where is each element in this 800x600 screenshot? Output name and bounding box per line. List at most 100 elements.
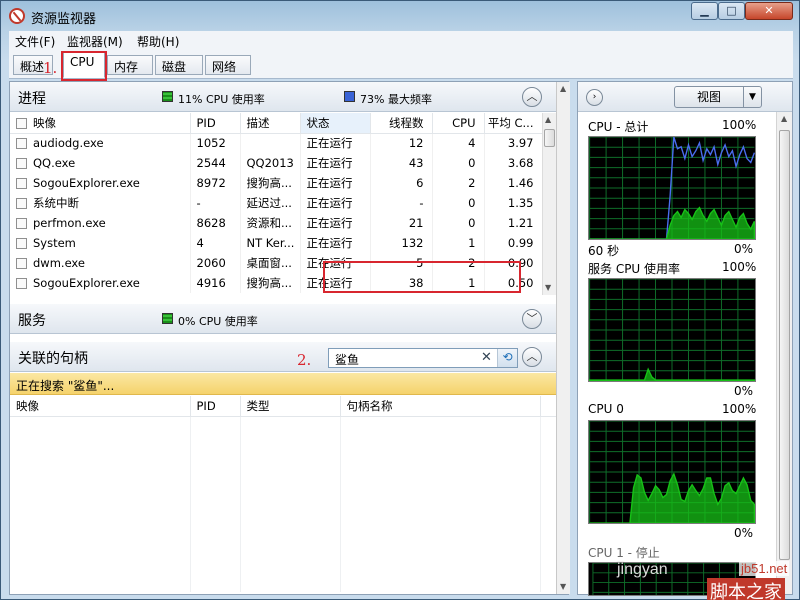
menu-file[interactable]: 文件(F) bbox=[15, 33, 55, 50]
threads-cell: 6 bbox=[370, 173, 433, 193]
tab-disk[interactable]: 磁盘 bbox=[155, 55, 203, 75]
status-cell: 正在运行 bbox=[300, 173, 371, 193]
handle-search-box[interactable]: 鲨鱼 ✕ ⟲ bbox=[328, 348, 518, 368]
expand-panel-icon[interactable]: › bbox=[586, 89, 603, 106]
maximize-button[interactable]: □ bbox=[718, 2, 745, 20]
resource-monitor-window: 资源监视器 ▁ □ ✕ 文件(F) 监视器(M) 帮助(H) 概述 CPU 内存… bbox=[0, 0, 800, 600]
services-title: 服务 bbox=[18, 313, 46, 329]
process-checkbox[interactable] bbox=[16, 218, 27, 229]
watermark-jy: jingyan bbox=[617, 561, 668, 578]
threads-cell: - bbox=[370, 193, 433, 213]
pid-cell: 1052 bbox=[190, 133, 241, 153]
process-scroll-thumb[interactable] bbox=[544, 129, 555, 147]
avg-cpu-cell: 1.35 bbox=[484, 193, 543, 213]
graph-total-max: 100% bbox=[722, 118, 757, 132]
graph-service-title: 服务 CPU 使用率 bbox=[588, 262, 681, 276]
menu-help[interactable]: 帮助(H) bbox=[137, 33, 179, 50]
process-checkbox[interactable] bbox=[16, 198, 27, 209]
pid-cell: 8972 bbox=[190, 173, 241, 193]
clear-search-icon[interactable]: ✕ bbox=[481, 350, 492, 365]
tab-strip: 概述 CPU 内存 磁盘 网络 bbox=[9, 51, 793, 79]
expand-services-icon[interactable]: ﹀ bbox=[522, 309, 542, 329]
graphs-scrollbar[interactable]: ▲ bbox=[776, 112, 792, 594]
graph-total-title: CPU - 总计 bbox=[588, 120, 649, 134]
scroll-down-icon[interactable]: ▼ bbox=[545, 283, 551, 292]
description-cell: 桌面窗... bbox=[240, 253, 301, 273]
handles-col-type[interactable]: 类型 bbox=[240, 396, 341, 417]
graphs-scroll-up-icon[interactable]: ▲ bbox=[781, 114, 787, 123]
cpu-cell: 4 bbox=[432, 133, 485, 153]
process-row[interactable]: 系统中断 - 延迟过... 正在运行 -0 1.35 bbox=[10, 193, 543, 213]
col-threads[interactable]: 线程数 bbox=[370, 113, 433, 134]
left-panel-scrollbar[interactable]: ▲ ▼ bbox=[556, 82, 570, 594]
left-scroll-down-icon[interactable]: ▼ bbox=[560, 582, 566, 591]
process-row[interactable]: audiodg.exe 1052 正在运行 12 4 3.97 bbox=[10, 133, 543, 153]
left-scroll-up-icon[interactable]: ▲ bbox=[560, 84, 566, 93]
col-status[interactable]: 状态 bbox=[300, 113, 371, 134]
graph-cpu1-title: CPU 1 - 停止 bbox=[588, 546, 660, 560]
tab-memory[interactable]: 内存 bbox=[107, 55, 153, 75]
cpu-cell: 1 bbox=[432, 233, 485, 253]
service-cpu-swatch bbox=[162, 313, 173, 324]
scroll-up-icon[interactable]: ▲ bbox=[545, 115, 551, 124]
graph-cpu0-title: CPU 0 bbox=[588, 402, 624, 416]
process-row[interactable]: perfmon.exe 8628 资源和... 正在运行 21 0 1.21 bbox=[10, 213, 543, 233]
graphs-header: › 视图 ▼ bbox=[578, 82, 792, 112]
menu-monitor[interactable]: 监视器(M) bbox=[67, 33, 123, 50]
handles-col-image[interactable]: 映像 bbox=[10, 396, 191, 417]
threads-cell: 43 bbox=[370, 153, 433, 173]
process-checkbox[interactable] bbox=[16, 178, 27, 189]
process-checkbox[interactable] bbox=[16, 138, 27, 150]
minimize-button[interactable]: ▁ bbox=[691, 2, 718, 20]
description-cell bbox=[240, 133, 301, 153]
view-dropdown-icon[interactable]: ▼ bbox=[743, 87, 761, 107]
processes-freq-stat: 73% 最大频率 bbox=[360, 93, 432, 106]
step-2-label: 2. bbox=[297, 351, 312, 369]
process-image-cell: System bbox=[10, 233, 191, 253]
col-pid[interactable]: PID bbox=[190, 113, 241, 134]
cpu0-graph bbox=[588, 420, 756, 524]
process-checkbox[interactable] bbox=[16, 158, 27, 169]
tab-network[interactable]: 网络 bbox=[205, 55, 251, 75]
pid-cell: 2544 bbox=[190, 153, 241, 173]
processes-header[interactable]: 进程 11% CPU 使用率 73% 最大频率 ︿ bbox=[10, 82, 556, 112]
select-all-checkbox[interactable] bbox=[16, 117, 27, 129]
cpu-cell: 0 bbox=[432, 193, 485, 213]
services-header[interactable]: 服务 0% CPU 使用率 ﹀ bbox=[10, 304, 556, 334]
process-checkbox[interactable] bbox=[16, 238, 27, 249]
collapse-processes-icon[interactable]: ︿ bbox=[522, 87, 542, 107]
view-button[interactable]: 视图 ▼ bbox=[674, 86, 762, 108]
avg-cpu-cell: 3.68 bbox=[484, 153, 543, 173]
graph-service-max: 100% bbox=[722, 260, 757, 274]
col-image[interactable]: 映像 bbox=[10, 113, 191, 134]
threads-cell: 21 bbox=[370, 213, 433, 233]
cpu-tab-highlight bbox=[61, 51, 107, 81]
cpu-usage-swatch bbox=[162, 91, 173, 102]
col-avg-cpu[interactable]: 平均 C... bbox=[484, 113, 543, 134]
handles-col-divider bbox=[540, 417, 541, 592]
search-refresh-icon[interactable]: ⟲ bbox=[497, 349, 517, 367]
status-cell: 正在运行 bbox=[300, 233, 371, 253]
title-bar: 资源监视器 ▁ □ ✕ bbox=[1, 1, 800, 31]
description-cell: NT Ker... bbox=[240, 233, 301, 253]
process-checkbox[interactable] bbox=[16, 258, 27, 269]
processes-title: 进程 bbox=[18, 91, 46, 107]
handles-col-divider bbox=[240, 417, 241, 592]
col-cpu[interactable]: CPU bbox=[432, 113, 485, 134]
process-row[interactable]: System 4 NT Ker... 正在运行 132 1 0.99 bbox=[10, 233, 543, 253]
graphs-scroll-thumb[interactable] bbox=[779, 130, 790, 560]
process-row[interactable]: SogouExplorer.exe 8972 搜狗高... 正在运行 6 2 1.46 bbox=[10, 173, 543, 193]
collapse-handles-icon[interactable]: ︿ bbox=[522, 347, 542, 367]
handles-col-pid[interactable]: PID bbox=[190, 396, 241, 417]
process-scrollbar[interactable]: ▲ ▼ bbox=[542, 113, 556, 295]
handle-search-input[interactable]: 鲨鱼 bbox=[335, 351, 359, 368]
close-button[interactable]: ✕ bbox=[745, 2, 793, 20]
process-row[interactable]: QQ.exe 2544 QQ2013 正在运行 43 0 3.68 bbox=[10, 153, 543, 173]
process-table-header: 映像 PID 描述 状态 线程数 CPU 平均 C... bbox=[10, 113, 543, 134]
cpu-cell: 0 bbox=[432, 153, 485, 173]
status-cell: 正在运行 bbox=[300, 193, 371, 213]
description-cell: 搜狗高... bbox=[240, 273, 301, 293]
handles-col-name[interactable]: 句柄名称 bbox=[340, 396, 541, 417]
col-description[interactable]: 描述 bbox=[240, 113, 301, 134]
process-checkbox[interactable] bbox=[16, 278, 27, 289]
